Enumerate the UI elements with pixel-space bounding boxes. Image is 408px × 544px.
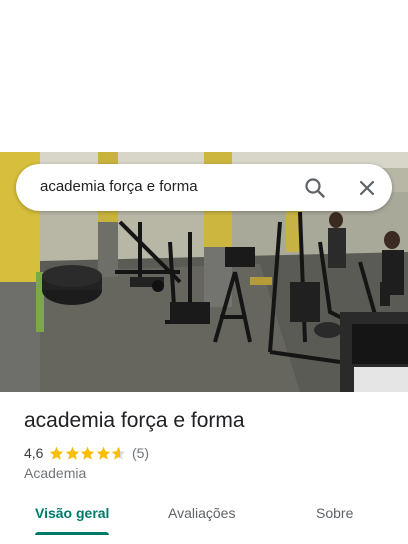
search-icon[interactable] [302, 175, 328, 201]
tab-reviews[interactable]: Avaliações [168, 505, 235, 521]
rating-stars [49, 446, 127, 461]
star-icon [81, 446, 95, 460]
tab-overview[interactable]: Visão geral [35, 505, 109, 521]
place-title: academia força e forma [24, 409, 245, 432]
search-input[interactable]: academia força e forma [40, 178, 198, 195]
close-icon[interactable] [354, 175, 380, 201]
tab-about[interactable]: Sobre [316, 505, 353, 521]
place-category: Academia [24, 465, 87, 481]
review-count[interactable]: (5) [132, 445, 149, 461]
star-icon [65, 446, 80, 460]
search-bar[interactable]: academia força e forma [16, 164, 392, 211]
rating-summary[interactable]: 4,6 (5) [24, 445, 149, 461]
star-icon [96, 446, 111, 460]
star-icon [50, 446, 64, 460]
rating-value: 4,6 [24, 445, 44, 461]
active-tab-indicator [35, 532, 109, 535]
star-icon [112, 446, 126, 460]
